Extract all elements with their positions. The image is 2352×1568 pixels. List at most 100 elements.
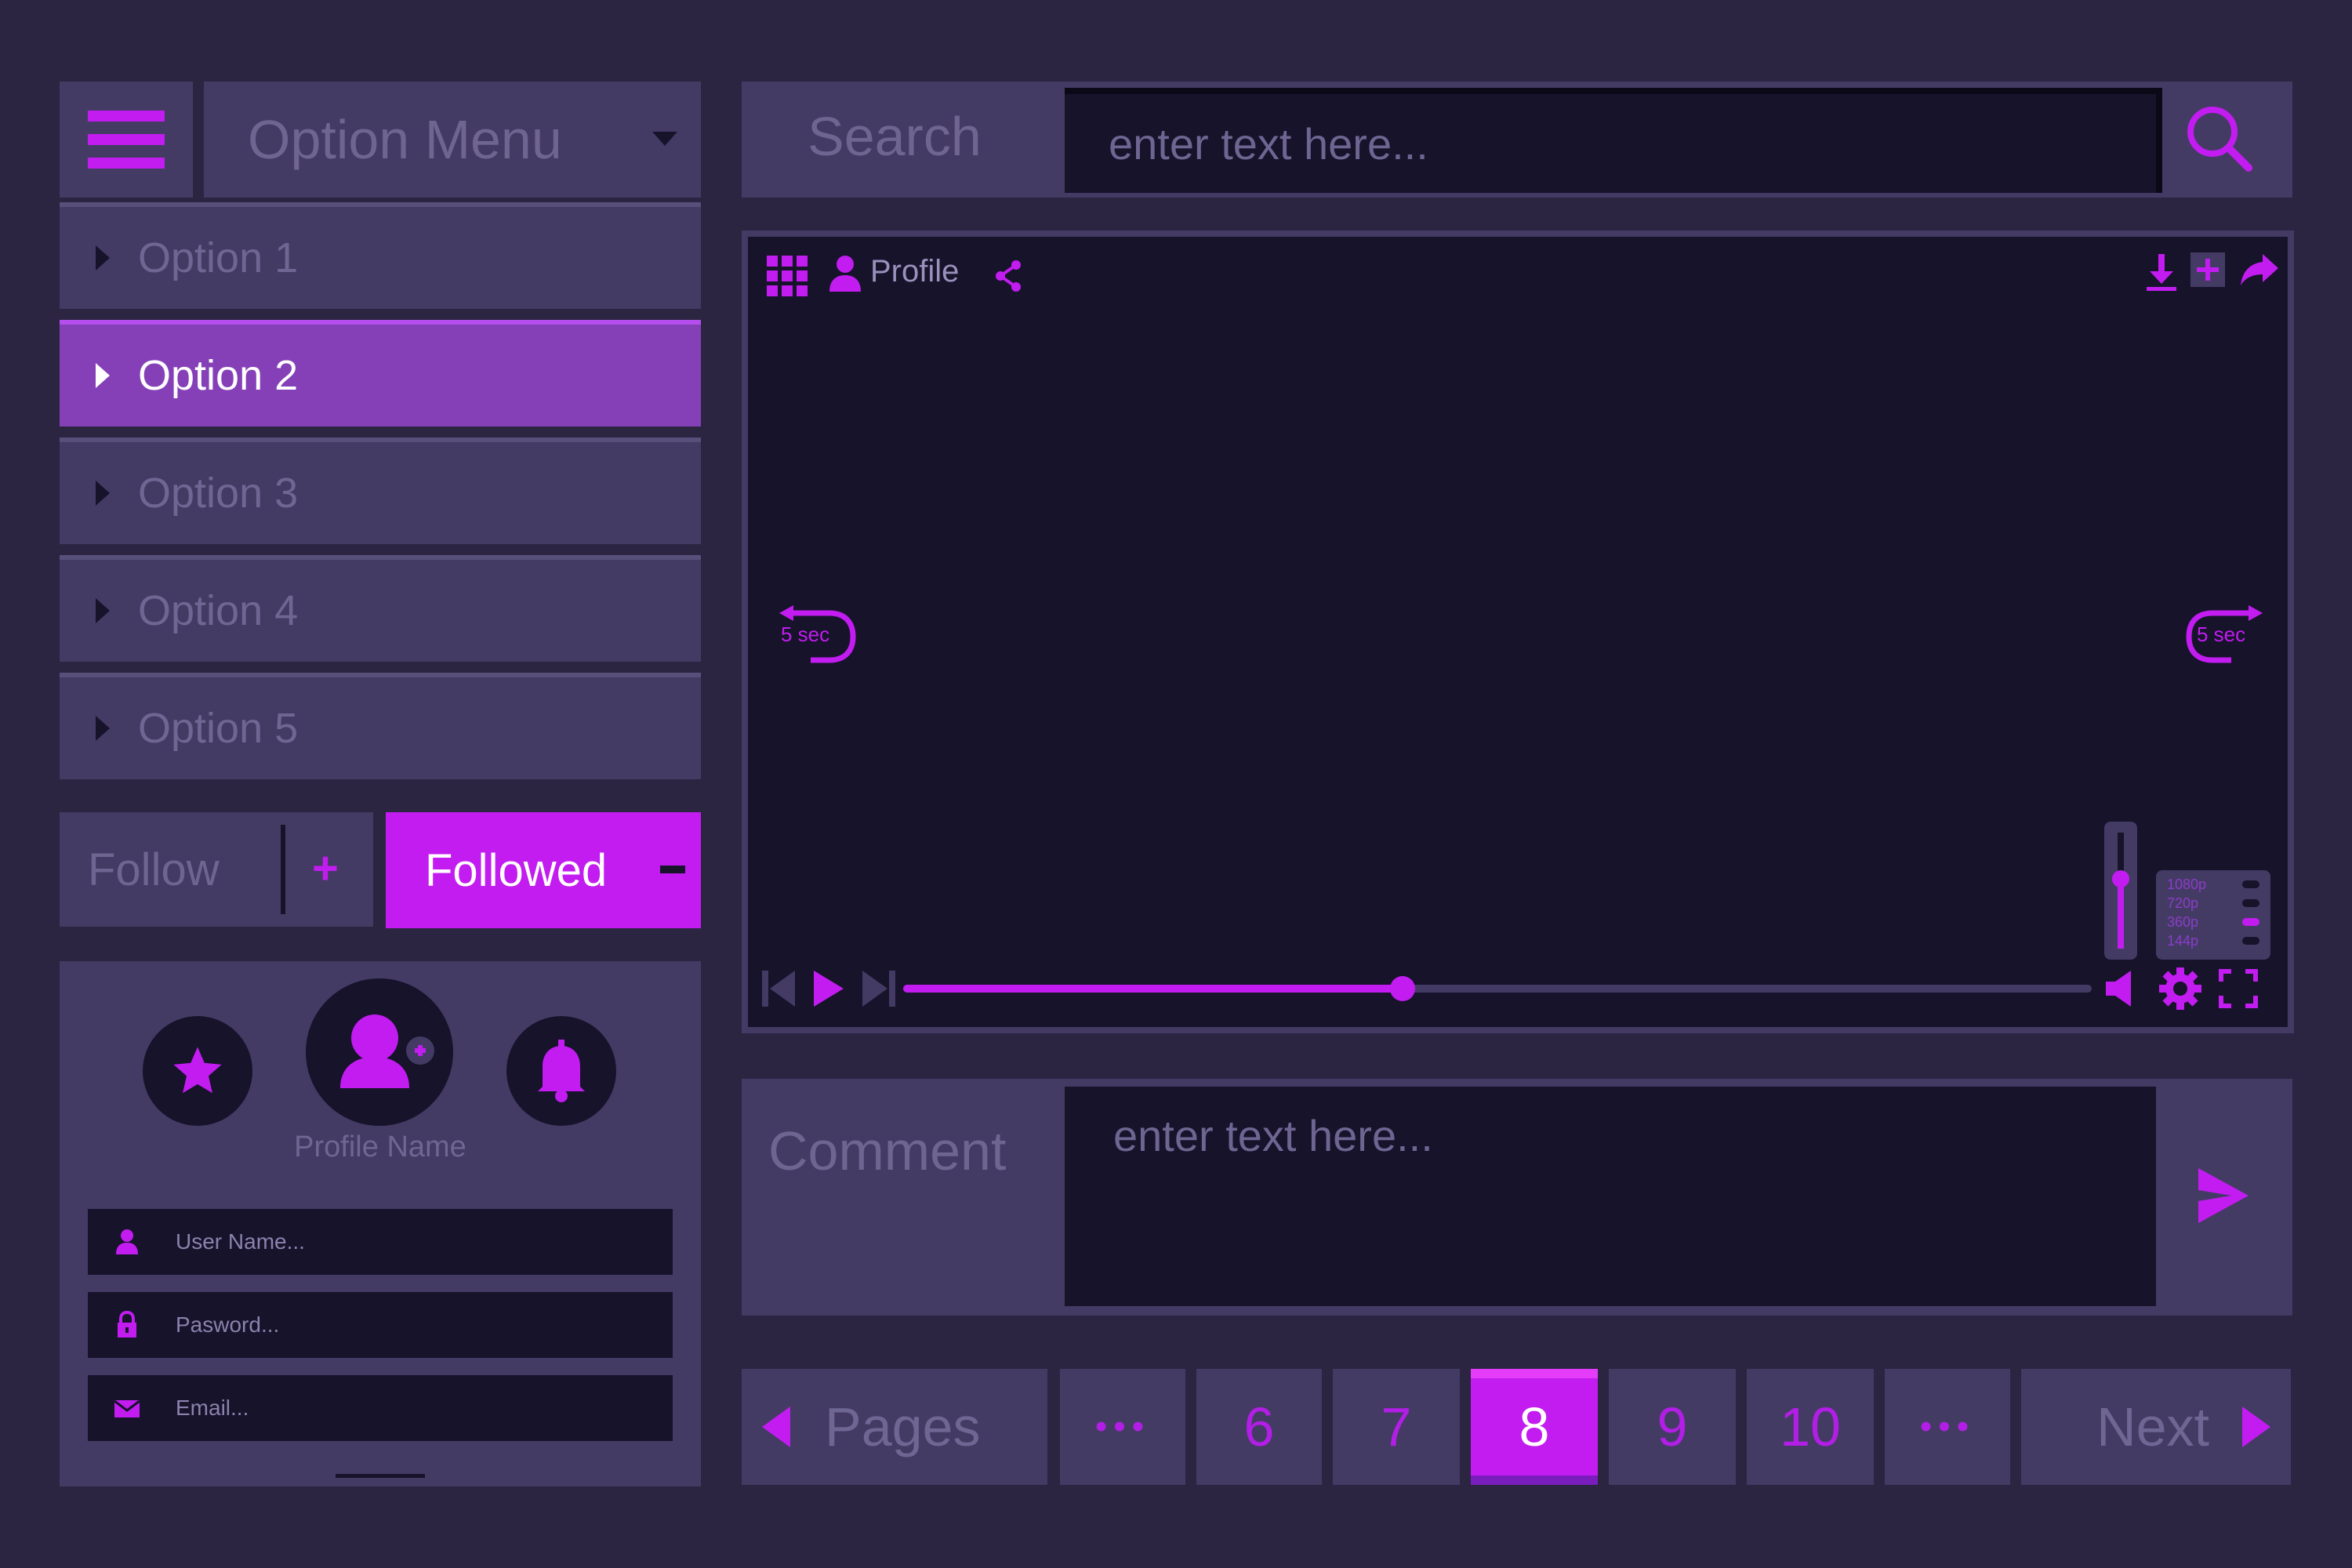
quality-toggle-on: [2242, 918, 2259, 926]
volume-knob[interactable]: [2112, 870, 2129, 887]
option-label: Option 5: [138, 705, 299, 752]
next-label: Next: [2096, 1396, 2209, 1457]
rewind-5-button[interactable]: 5 sec: [779, 605, 866, 668]
pagination-ellipsis-right[interactable]: •••: [1885, 1369, 2010, 1485]
ellipsis-text: •••: [1094, 1407, 1151, 1446]
volume-icon[interactable]: [2104, 969, 2139, 1008]
play-icon[interactable]: [812, 969, 845, 1008]
menu-option-5[interactable]: Option 5: [60, 673, 701, 779]
user-icon: [116, 1229, 138, 1254]
forward-share-icon[interactable]: [2239, 252, 2280, 287]
forward-5-button[interactable]: 5 sec: [2176, 605, 2263, 668]
lock-icon: [118, 1310, 136, 1338]
share-icon[interactable]: [993, 259, 1024, 293]
rewind-label: 5 sec: [781, 622, 830, 646]
minus-icon: [660, 866, 685, 873]
followed-label: Followed: [425, 844, 608, 896]
search-bar: Search enter text here...: [742, 82, 2292, 198]
progress-bar[interactable]: [903, 976, 2092, 1001]
settings-icon[interactable]: [2159, 967, 2201, 1010]
add-user-icon: [340, 1014, 434, 1088]
progress-fill: [903, 985, 1403, 993]
ellipsis-text: •••: [1919, 1407, 1976, 1446]
quality-toggle: [2242, 937, 2259, 945]
option-label: Option 3: [138, 470, 299, 517]
comment-input[interactable]: enter text here...: [1065, 1087, 2156, 1306]
progress-knob[interactable]: [1390, 976, 1415, 1001]
page-number: 8: [1519, 1396, 1550, 1457]
send-icon: [2198, 1168, 2249, 1223]
quality-label: 360p: [2167, 914, 2199, 930]
comment-placeholder: enter text here...: [1113, 1111, 1433, 1160]
pagination-ellipsis-left[interactable]: •••: [1060, 1369, 1185, 1485]
avatar[interactable]: [306, 978, 453, 1126]
mail-icon: [114, 1399, 140, 1417]
menu-option-3[interactable]: Option 3: [60, 437, 701, 544]
search-label: Search: [808, 106, 982, 167]
quality-label: 720p: [2167, 895, 2199, 911]
user-icon: [829, 256, 861, 292]
quality-menu[interactable]: 1080p 720p 360p 144p: [2156, 870, 2270, 960]
fullscreen-icon[interactable]: [2219, 969, 2258, 1008]
forward-label: 5 sec: [2197, 622, 2246, 646]
notifications-button[interactable]: [506, 1016, 616, 1126]
volume-slider[interactable]: [2104, 822, 2137, 960]
email-placeholder: Email...: [176, 1396, 249, 1420]
username-placeholder: User Name...: [176, 1229, 305, 1254]
send-button[interactable]: [2192, 1160, 2255, 1231]
page-6[interactable]: 6: [1196, 1369, 1322, 1485]
pagination-prev[interactable]: Pages: [742, 1369, 1047, 1485]
menu-option-2[interactable]: Option 2: [60, 320, 701, 426]
quality-toggle: [2242, 899, 2259, 907]
caret-down-icon: [652, 132, 677, 146]
menu-option-4[interactable]: Option 4: [60, 555, 701, 662]
followed-button[interactable]: Followed: [386, 812, 701, 928]
page-8[interactable]: 8: [1471, 1369, 1598, 1485]
quality-option-720p[interactable]: 720p: [2164, 895, 2263, 913]
add-icon[interactable]: [2190, 252, 2225, 287]
profile-name: Profile Name: [294, 1131, 466, 1163]
option-label: Option 4: [138, 587, 299, 634]
profile-panel: Profile Name User Name... Pasword... Ema…: [60, 961, 701, 1486]
page-number: 7: [1381, 1396, 1412, 1457]
caret-right-icon: [96, 245, 110, 270]
quality-option-1080p[interactable]: 1080p: [2164, 877, 2263, 894]
search-placeholder: enter text here...: [1109, 118, 1428, 169]
page-9[interactable]: 9: [1609, 1369, 1736, 1485]
follow-button[interactable]: Follow +: [60, 812, 373, 927]
page-number: 6: [1243, 1396, 1275, 1457]
screen: { "colors": {"background": "#2b2541", "p…: [0, 0, 2352, 1568]
quality-option-360p[interactable]: 360p: [2164, 914, 2263, 931]
page-7[interactable]: 7: [1333, 1369, 1460, 1485]
follow-label: Follow: [88, 844, 220, 895]
page-number: 10: [1780, 1396, 1841, 1457]
search-icon: [2187, 107, 2252, 172]
email-field[interactable]: Email...: [88, 1375, 673, 1441]
video-player[interactable]: Profile 5 sec 5 sec 1080p 720p 360p 144p: [742, 230, 2294, 1033]
skip-back-icon[interactable]: [762, 969, 797, 1008]
option-label: Option 2: [138, 352, 299, 399]
grid-icon[interactable]: [767, 256, 808, 296]
caret-right-icon: [2242, 1406, 2270, 1447]
caret-left-icon: [762, 1406, 790, 1447]
caret-right-icon: [96, 363, 110, 388]
option-menu-dropdown[interactable]: Option Menu: [204, 82, 701, 198]
menu-option-1[interactable]: Option 1: [60, 202, 701, 309]
password-field[interactable]: Pasword...: [88, 1292, 673, 1358]
pagination-next[interactable]: Next: [2021, 1369, 2291, 1485]
search-button[interactable]: [2181, 99, 2259, 177]
bell-icon: [538, 1040, 585, 1102]
follow-divider: [281, 825, 285, 914]
download-icon[interactable]: [2145, 252, 2178, 292]
player-profile-label[interactable]: Profile: [870, 254, 959, 289]
quality-option-144p[interactable]: 144p: [2164, 933, 2263, 950]
hamburger-button[interactable]: [60, 82, 193, 198]
username-field[interactable]: User Name...: [88, 1209, 673, 1275]
page-10[interactable]: 10: [1747, 1369, 1874, 1485]
option-menu-title: Option Menu: [248, 109, 562, 170]
panel-handle[interactable]: [336, 1474, 425, 1478]
hamburger-icon: [88, 111, 165, 169]
search-input[interactable]: enter text here...: [1065, 88, 2162, 193]
skip-forward-icon[interactable]: [861, 969, 895, 1008]
favorite-button[interactable]: [143, 1016, 252, 1126]
